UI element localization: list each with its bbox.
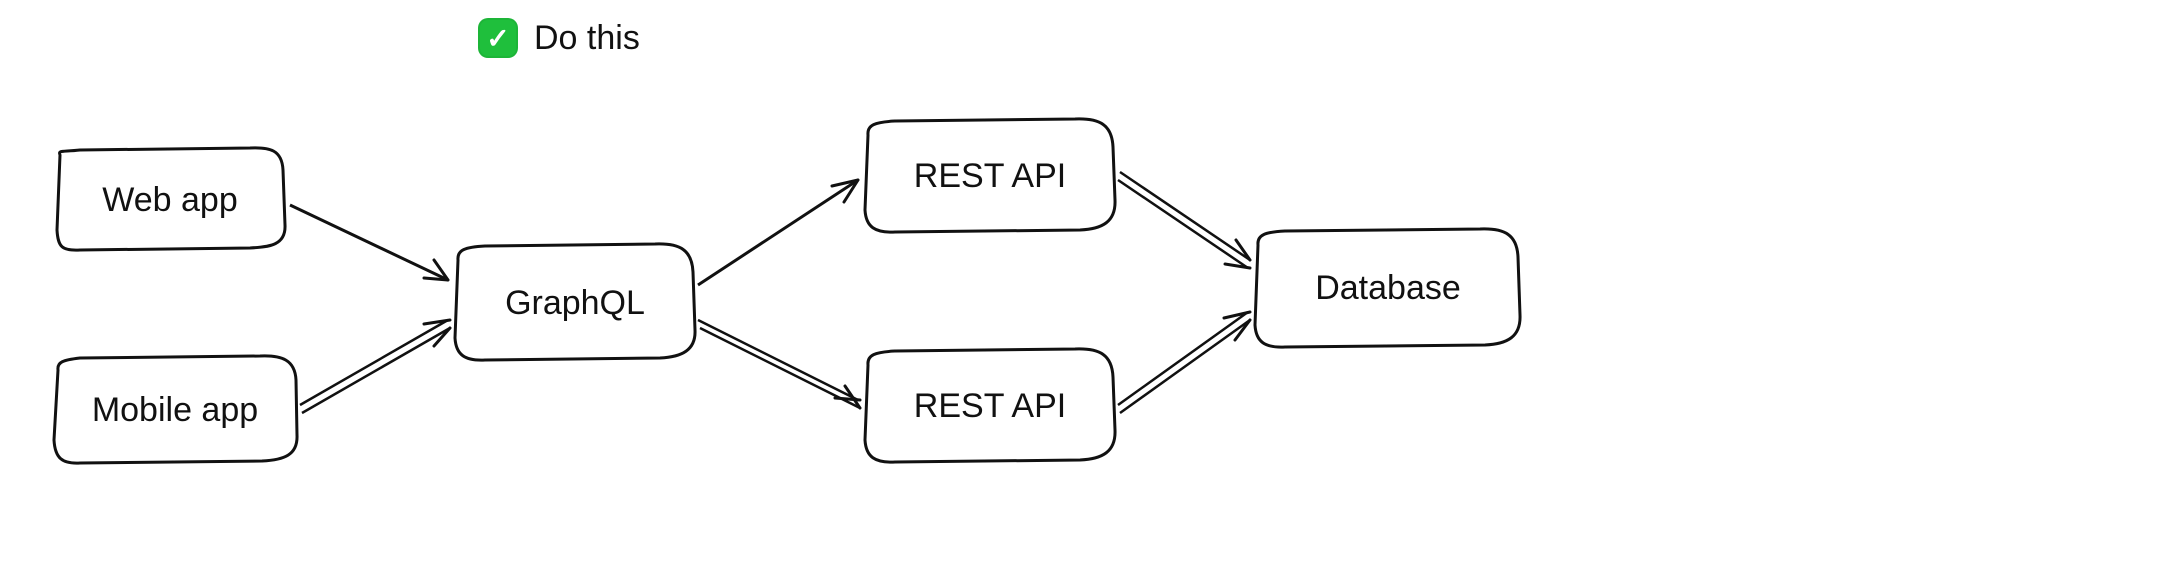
node-web-app-label: Web app [102,181,237,219]
edge-mobileapp-graphql [300,320,450,413]
node-rest-api-2-label: REST API [914,387,1066,425]
node-mobile-app-label: Mobile app [92,391,258,429]
edge-webapp-graphql [290,205,448,280]
node-rest-api-1: REST API [865,119,1115,232]
node-mobile-app: Mobile app [54,356,297,463]
node-database-label: Database [1315,269,1461,307]
node-rest-api-2: REST API [865,349,1115,462]
architecture-diagram: Web app Mobile app GraphQL REST API REST… [0,0,2180,573]
node-rest-api-1-label: REST API [914,157,1066,195]
diagram-canvas: ✓ Do this Web app Mobile app GraphQL RES… [0,0,2180,573]
edge-rest1-database [1118,172,1250,268]
edge-rest2-database [1118,312,1250,413]
node-graphql-label: GraphQL [505,284,645,322]
node-database: Database [1255,229,1520,347]
node-web-app: Web app [57,148,285,250]
edge-graphql-rest2 [698,320,860,408]
edge-graphql-rest1 [698,180,858,285]
node-graphql: GraphQL [455,244,695,360]
